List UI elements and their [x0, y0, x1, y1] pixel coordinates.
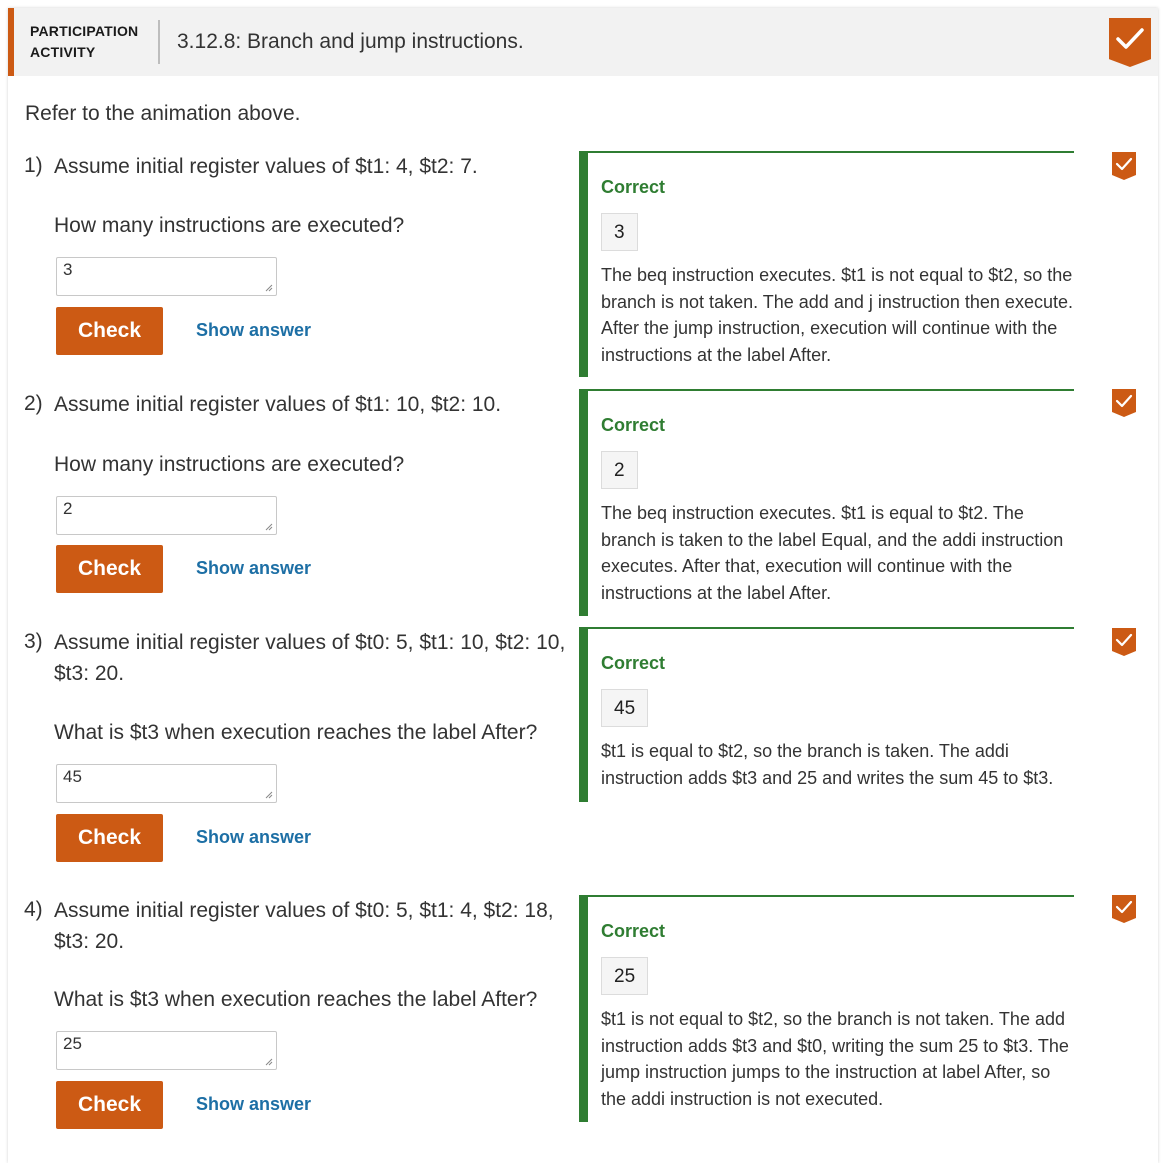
correct-answer-box: 2: [601, 451, 638, 489]
correct-answer-box: 3: [601, 213, 638, 251]
feedback-panel: Correct 45 $t1 is equal to $t2, so the b…: [579, 627, 1074, 802]
answer-input[interactable]: 3: [56, 257, 277, 296]
header-divider: [158, 20, 160, 64]
question-prompt: What is $t3 when execution reaches the l…: [54, 988, 538, 1011]
checkmark-icon: [1115, 394, 1133, 408]
question-prompt: How many instructions are executed?: [54, 214, 405, 237]
answer-input[interactable]: 25: [56, 1031, 277, 1070]
participation-activity-card: PARTICIPATION ACTIVITY 3.12.8: Branch an…: [8, 8, 1158, 1163]
checkmark-icon: [1115, 157, 1133, 171]
question-text: Assume initial register values of $t0: 5…: [54, 631, 566, 685]
question-number: 4): [24, 898, 43, 921]
show-answer-link[interactable]: Show answer: [196, 558, 311, 579]
checkmark-icon: [1115, 900, 1133, 914]
answer-input[interactable]: 2: [56, 496, 277, 535]
resize-grip-icon[interactable]: [263, 521, 273, 531]
question-text: Assume initial register values of $t1: 4…: [54, 155, 478, 178]
question-complete-marker: [1112, 628, 1136, 656]
question-number: 2): [24, 392, 43, 415]
check-button[interactable]: Check: [56, 307, 163, 355]
show-answer-link[interactable]: Show answer: [196, 320, 311, 341]
feedback-status: Correct: [601, 921, 666, 941]
feedback-panel: Correct 3 The beq instruction executes. …: [579, 151, 1074, 377]
feedback-status: Correct: [601, 653, 666, 673]
feedback-explanation: $t1 is equal to $t2, so the branch is ta…: [601, 741, 1054, 788]
checkmark-icon: [1116, 28, 1144, 49]
feedback-explanation: The beq instruction executes. $t1 is equ…: [601, 503, 1064, 603]
check-button[interactable]: Check: [56, 545, 163, 593]
question-text: Assume initial register values of $t1: 1…: [54, 393, 502, 416]
question-complete-marker: [1112, 895, 1136, 923]
feedback-explanation: $t1 is not equal to $t2, so the branch i…: [601, 1009, 1069, 1109]
activity-type-label: PARTICIPATION ACTIVITY: [30, 23, 139, 60]
feedback-status: Correct: [601, 177, 666, 197]
question-prompt: How many instructions are executed?: [54, 453, 405, 476]
answer-input-value: 2: [63, 499, 73, 518]
feedback-panel: Correct 2 The beq instruction executes. …: [579, 389, 1074, 616]
resize-grip-icon[interactable]: [263, 1056, 273, 1066]
question-complete-marker: [1112, 389, 1136, 417]
question-complete-marker: [1112, 152, 1136, 180]
feedback-status: Correct: [601, 415, 666, 435]
answer-input[interactable]: 45: [56, 764, 277, 803]
answer-input-value: 3: [63, 260, 73, 279]
feedback-explanation: The beq instruction executes. $t1 is not…: [601, 265, 1073, 365]
resize-grip-icon[interactable]: [263, 789, 273, 799]
correct-answer-box: 25: [601, 957, 649, 995]
question-number: 3): [24, 630, 43, 653]
question-text: Assume initial register values of $t0: 5…: [54, 899, 554, 953]
answer-input-value: 25: [63, 1034, 82, 1053]
activity-title: 3.12.8: Branch and jump instructions.: [177, 30, 524, 53]
question-number: 1): [24, 154, 43, 177]
question-prompt: What is $t3 when execution reaches the l…: [54, 721, 538, 744]
answer-input-value: 45: [63, 767, 82, 786]
activity-instructions: Refer to the animation above.: [25, 102, 301, 125]
checkmark-icon: [1115, 633, 1133, 647]
correct-answer-box: 45: [601, 689, 649, 727]
check-button[interactable]: Check: [56, 814, 163, 862]
show-answer-link[interactable]: Show answer: [196, 827, 311, 848]
resize-grip-icon[interactable]: [263, 282, 273, 292]
activity-header: PARTICIPATION ACTIVITY 3.12.8: Branch an…: [8, 8, 1158, 76]
activity-complete-badge: [1109, 18, 1151, 67]
check-button[interactable]: Check: [56, 1081, 163, 1129]
feedback-panel: Correct 25 $t1 is not equal to $t2, so t…: [579, 895, 1074, 1122]
show-answer-link[interactable]: Show answer: [196, 1094, 311, 1115]
